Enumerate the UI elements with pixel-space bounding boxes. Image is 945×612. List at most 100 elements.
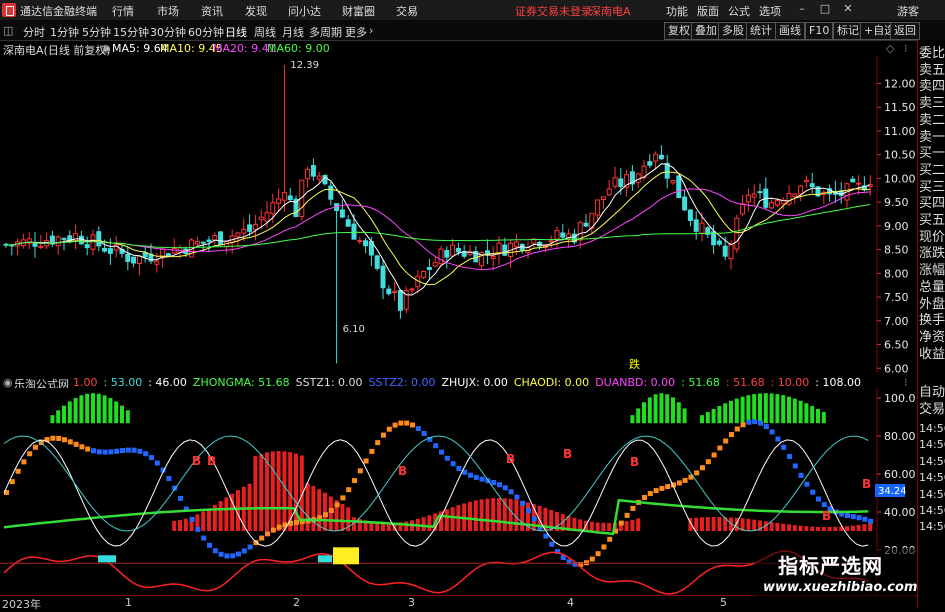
- candle-body: [670, 180, 676, 184]
- more-chevron-icon[interactable]: ›: [369, 24, 373, 37]
- user-label[interactable]: 游客: [897, 3, 919, 19]
- period-weekly[interactable]: 周线: [254, 24, 276, 40]
- signal-square: [404, 420, 410, 426]
- options-icon[interactable]: ⁝: [904, 42, 908, 55]
- buy-signal-label: B: [563, 447, 572, 461]
- period-30min[interactable]: 30分钟: [150, 24, 186, 40]
- menu-caifuquan[interactable]: 财富圈: [342, 3, 375, 19]
- menu-shichang[interactable]: 市场: [157, 3, 179, 19]
- menu-gongneng[interactable]: 功能: [666, 3, 688, 19]
- quote-field-label: 卖三: [919, 96, 945, 112]
- login-status[interactable]: 证券交易未登录: [515, 3, 592, 19]
- signal-square: [381, 432, 386, 438]
- minimize-icon[interactable]: –: [795, 2, 809, 16]
- f10-button[interactable]: F10: [805, 22, 834, 40]
- menu-zixun[interactable]: 资讯: [201, 3, 223, 19]
- candle-body: [803, 179, 809, 183]
- candle-body: [513, 241, 519, 248]
- signal-square: [508, 489, 514, 495]
- signal-bar: [62, 405, 66, 424]
- period-more[interactable]: 更多: [345, 24, 367, 40]
- candle-body: [270, 202, 276, 215]
- indicator-bar: [781, 523, 786, 531]
- period-fenshi[interactable]: 分时: [23, 24, 45, 40]
- signal-square: [73, 441, 79, 447]
- trade-time: 14:56: [919, 504, 945, 517]
- back-button[interactable]: 返回: [890, 22, 920, 40]
- indicator-bar: [601, 522, 606, 531]
- fuquan-button[interactable]: 复权: [664, 22, 694, 40]
- signal-bar: [56, 410, 61, 424]
- period-5min[interactable]: 5分钟: [82, 24, 111, 40]
- period-60min[interactable]: 60分钟: [188, 24, 224, 40]
- indicator-bar: [253, 456, 258, 531]
- menu-gongshi[interactable]: 公式: [728, 3, 750, 19]
- close-icon[interactable]: ✕: [841, 2, 855, 16]
- menu-hangqing[interactable]: 行情: [112, 3, 134, 19]
- ma-settings-icon[interactable]: ◉: [101, 42, 111, 55]
- biaoji-button[interactable]: 标记: [833, 22, 863, 40]
- main-chart[interactable]: 12.00 11.50 11.00 10.50 10.00 9.50 9.00 8.50 8.0…: [0, 55, 917, 373]
- signal-square: [230, 553, 236, 559]
- candle-body: [600, 196, 606, 201]
- toolbar-menu-icon[interactable]: ◫: [3, 24, 13, 37]
- candle-body: [125, 253, 131, 262]
- duogu-button[interactable]: 多股: [718, 22, 748, 40]
- period-15min[interactable]: 15分钟: [113, 24, 149, 40]
- buy-signal-label: B: [630, 455, 639, 469]
- signal-square: [15, 468, 21, 474]
- tongji-button[interactable]: 统计: [746, 22, 776, 40]
- quote-field-label: 买五: [919, 213, 945, 228]
- auto-trade-label[interactable]: 交易: [919, 402, 945, 418]
- candle-body: [809, 183, 815, 188]
- candle-body: [426, 266, 432, 270]
- signal-bar: [682, 408, 687, 424]
- signal-square: [456, 465, 462, 471]
- period-daily[interactable]: 日线: [225, 24, 247, 40]
- menu-jiaoyi[interactable]: 交易: [396, 3, 418, 19]
- signal-bar: [665, 394, 670, 424]
- candle-body: [740, 203, 746, 215]
- low-label: 6.10: [343, 324, 365, 335]
- signal-bar: [96, 393, 101, 424]
- huaxian-button[interactable]: 画线: [775, 22, 805, 40]
- diejia-button[interactable]: 叠加: [691, 22, 721, 40]
- signal-square: [781, 444, 787, 450]
- period-multi[interactable]: 多周期: [309, 24, 342, 40]
- signal-bar: [79, 395, 84, 424]
- signal-square: [468, 472, 473, 478]
- signal-square: [207, 542, 212, 548]
- menu-wenxiaoda[interactable]: 问小达: [288, 3, 321, 19]
- quote-field-label: 总量: [919, 279, 945, 295]
- signal-bar: [67, 401, 72, 424]
- date-label: 2023年: [2, 598, 41, 611]
- signal-square: [856, 515, 862, 521]
- menu-xuanxiang[interactable]: 选项: [759, 3, 781, 19]
- candle-body: [444, 249, 450, 258]
- period-monthly[interactable]: 月线: [282, 24, 304, 40]
- menu-banmian[interactable]: 版面: [697, 3, 719, 19]
- auto-trade-label[interactable]: 自动: [919, 385, 945, 401]
- quote-field-label: 卖四: [919, 79, 945, 95]
- candle-body: [798, 185, 804, 195]
- signal-square: [363, 458, 369, 464]
- signal-bar: [734, 398, 739, 424]
- signal-square: [421, 430, 427, 436]
- indicator-bar: [624, 521, 629, 531]
- candle-body: [32, 242, 38, 247]
- maximize-icon[interactable]: □: [818, 2, 832, 16]
- indicator-bar: [259, 453, 264, 531]
- signal-square: [143, 451, 149, 457]
- signal-bar: [752, 394, 757, 424]
- menu-faxian[interactable]: 发现: [245, 3, 267, 19]
- candle-body: [409, 288, 415, 291]
- signal-bar: [700, 415, 704, 424]
- candle-body: [357, 240, 363, 243]
- date-label: 1: [125, 596, 132, 609]
- signal-square: [624, 512, 630, 518]
- ma5-line: [6, 163, 871, 296]
- diamond-icon[interactable]: ◇: [886, 42, 894, 55]
- period-1min[interactable]: 1分钟: [50, 24, 79, 40]
- candle-body: [484, 250, 490, 255]
- indicator-bar: [491, 498, 496, 531]
